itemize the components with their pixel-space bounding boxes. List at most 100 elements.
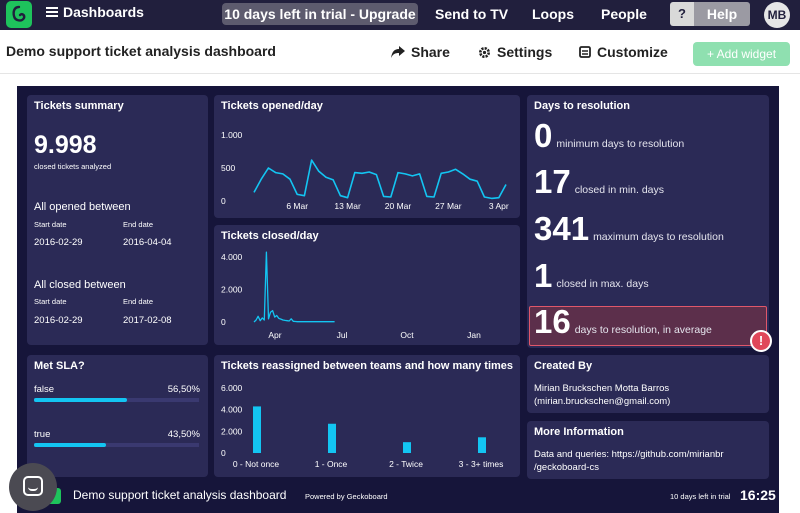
closed-end-date: 2017-02-08 [123, 315, 172, 326]
bar [403, 442, 411, 453]
opened-start-label: Start date [34, 220, 67, 229]
y-tick-label: 4.000 [221, 252, 243, 262]
upgrade-button[interactable]: 10 days left in trial - Upgrade [222, 3, 418, 25]
stat-value: 341 [534, 210, 590, 247]
y-tick-label: 2.000 [221, 426, 243, 436]
met-sla-widget[interactable]: Met SLA? false 56,50% true 43,50% [27, 355, 208, 477]
bar [328, 423, 336, 453]
sla-false-label: false [34, 384, 55, 395]
opened-heading: All opened between [34, 201, 131, 213]
y-tick-label: 0 [221, 196, 226, 206]
footer-time: 16:25 [740, 487, 776, 503]
dashboard-toolbar: Demo support ticket analysis dashboard S… [0, 30, 800, 74]
gear-icon [479, 46, 490, 58]
closed-series-line [253, 251, 335, 323]
footer-title: Demo support ticket analysis dashboard [73, 488, 287, 502]
x-tick-label: 2 - Twice [389, 459, 423, 469]
stat-value: 1 [534, 257, 553, 294]
y-tick-label: 1.000 [221, 130, 243, 140]
tickets-opened-widget[interactable]: Tickets opened/day 1.000 500 0 6 Mar 13 Mar… [214, 95, 520, 218]
closed-min-days-stat: 17 closed in min. days [534, 163, 664, 201]
people-link[interactable]: People [601, 6, 647, 22]
menu-icon [46, 5, 58, 19]
opened-end-label: End date [123, 220, 154, 229]
customize-icon [579, 46, 591, 58]
y-tick-label: 0 [221, 317, 226, 327]
customize-label: Customize [597, 44, 668, 60]
stat-label: maximum days to resolution [593, 231, 724, 243]
tickets-closed-widget[interactable]: Tickets closed/day 4.000 2.000 0 Apr Jul Oct… [214, 225, 520, 345]
dashboard-canvas: Tickets summary 9.998 closed tickets ana… [17, 86, 779, 513]
tickets-opened-chart: 1.000 500 0 6 Mar 13 Mar 20 Mar 27 Mar 3 Apr [221, 130, 509, 211]
x-tick-label: 27 Mar [435, 201, 462, 211]
x-tick-label: 3 Apr [489, 201, 509, 211]
top-nav: Dashboards 10 days left in trial - Upgra… [0, 0, 800, 30]
sla-true-percent: 43,50% [167, 429, 200, 440]
x-tick-label: Jan [467, 330, 481, 340]
help-button[interactable]: Help [694, 2, 750, 26]
more-info-widget[interactable]: More Information Data and queries: https… [527, 421, 769, 479]
alert-icon[interactable]: ! [750, 330, 772, 352]
y-tick-label: 6.000 [221, 383, 243, 393]
dashboards-menu[interactable]: Dashboards [46, 4, 144, 20]
x-tick-label: Apr [268, 330, 281, 340]
x-tick-label: 0 - Not once [233, 459, 280, 469]
share-icon [391, 46, 405, 58]
y-tick-label: 4.000 [221, 405, 243, 415]
widget-title: Created By [534, 360, 593, 372]
more-info-line-2: /geckoboard-cs [534, 462, 599, 473]
chat-icon [23, 476, 43, 496]
dashboards-label: Dashboards [63, 4, 144, 20]
max-days-stat: 341 maximum days to resolution [534, 210, 724, 248]
opened-start-date: 2016-02-29 [34, 237, 83, 248]
y-tick-label: 2.000 [221, 285, 243, 295]
tickets-closed-chart: 4.000 2.000 0 Apr Jul Oct Jan [221, 251, 481, 340]
customize-button[interactable]: Customize [579, 44, 668, 60]
tickets-reassigned-chart: 6.000 4.000 2.000 0 0 - Not once 1 - Once 2 -… [221, 383, 504, 469]
tickets-reassigned-widget[interactable]: Tickets reassigned between teams and how… [214, 355, 520, 477]
x-tick-label: 20 Mar [385, 201, 412, 211]
closed-end-label: End date [123, 297, 154, 306]
closed-max-days-stat: 1 closed in max. days [534, 257, 649, 295]
footer-trial: 10 days left in trial [670, 492, 731, 501]
stat-label: closed in min. days [574, 184, 665, 196]
share-button[interactable]: Share [391, 44, 450, 60]
stat-label: closed in max. days [556, 278, 649, 290]
chat-button[interactable] [9, 463, 57, 511]
widget-title: Tickets summary [34, 100, 124, 112]
x-tick-label: Jul [337, 330, 348, 340]
avatar[interactable]: MB [764, 2, 790, 28]
tickets-summary-widget[interactable]: Tickets summary 9.998 closed tickets ana… [27, 95, 208, 345]
geckoboard-logo[interactable] [6, 1, 32, 28]
min-days-stat: 0 minimum days to resolution [534, 117, 684, 155]
bar [253, 406, 261, 453]
sla-false-bar [34, 398, 128, 402]
stat-label: minimum days to resolution [556, 138, 685, 150]
help-question-icon[interactable]: ? [670, 2, 694, 26]
stat-label: days to resolution, in average [574, 324, 712, 336]
stat-value: 17 [534, 163, 571, 200]
x-tick-label: 3 - 3+ times [459, 459, 504, 469]
created-by-widget[interactable]: Created By Mirian Bruckschen Motta Barro… [527, 355, 769, 413]
dashboard-title[interactable]: Demo support ticket analysis dashboard [6, 43, 276, 59]
loops-link[interactable]: Loops [532, 6, 574, 22]
x-tick-label: 13 Mar [334, 201, 361, 211]
stat-value: 16 [534, 303, 571, 340]
closed-tickets-label: closed tickets analyzed [34, 162, 112, 171]
send-to-tv-link[interactable]: Send to TV [435, 6, 508, 22]
sla-true-bar [34, 443, 106, 447]
y-tick-label: 0 [221, 448, 226, 458]
creator-email: (mirian.bruckschen@gmail.com) [534, 396, 671, 407]
add-widget-button[interactable]: + Add widget [693, 42, 790, 66]
more-info-line-1: Data and queries: https://github.com/mir… [534, 449, 724, 460]
settings-button[interactable]: Settings [478, 44, 552, 60]
stat-value: 0 [534, 117, 553, 154]
closed-start-date: 2016-02-29 [34, 315, 83, 326]
y-tick-label: 500 [221, 163, 235, 173]
widget-title: Days to resolution [534, 100, 630, 112]
sla-false-percent: 56,50% [167, 384, 200, 395]
days-to-resolution-widget[interactable]: Days to resolution 0 minimum days to res… [527, 95, 772, 352]
x-tick-label: 1 - Once [315, 459, 348, 469]
powered-by: Powered by Geckoboard [305, 492, 388, 501]
closed-tickets-count: 9.998 [34, 131, 97, 159]
